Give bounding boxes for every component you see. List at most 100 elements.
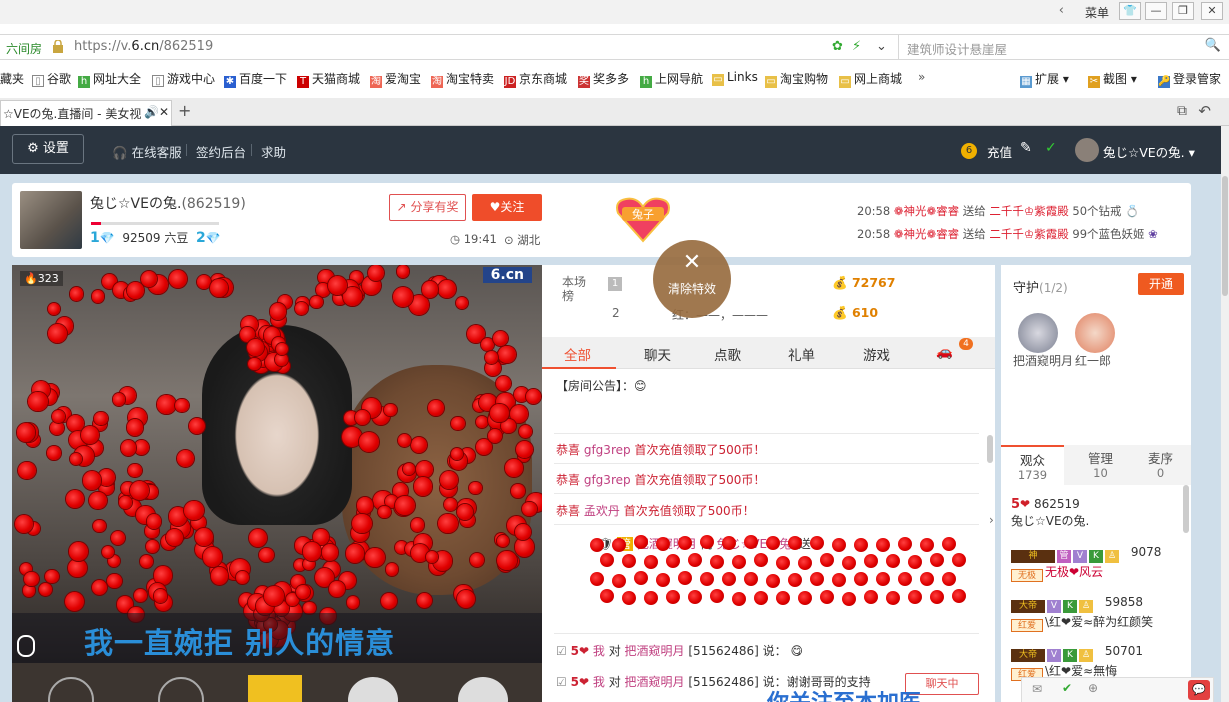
car-icon[interactable]: 🚗: [936, 344, 953, 360]
search-icon[interactable]: 🔍: [1205, 38, 1221, 53]
lightning-icon[interactable]: ⚡: [852, 39, 861, 54]
chevron-left-icon[interactable]: ‹: [1059, 3, 1064, 18]
tab-viewers[interactable]: 观众 1739: [1001, 445, 1064, 485]
settings-button[interactable]: ⚙ 设置: [12, 134, 84, 164]
viewer-item[interactable]: 5❤ 862519 兔じ☆VEの兔.: [1011, 497, 1089, 529]
chevron-down-icon[interactable]: ⌄: [876, 39, 887, 54]
speaker-icon[interactable]: 🔊: [144, 105, 159, 119]
guard-name[interactable]: 把酒窥明月: [1013, 352, 1073, 369]
viewer-item[interactable]: 神管 V K ♙ 9078 无极 无极❤风云: [1011, 545, 1161, 582]
guest-seat[interactable]: [48, 677, 94, 702]
rose-decoration: [678, 571, 692, 586]
bookmark-item[interactable]: 奖奖多多: [578, 70, 629, 88]
extensions-button[interactable]: ▦ 扩展 ▾: [1020, 70, 1069, 88]
user-menu[interactable]: 兔じ☆VEの兔. ▾: [1103, 142, 1195, 161]
bookmark-folder[interactable]: ▭ 网上商城: [839, 70, 902, 88]
guest-seat[interactable]: [158, 677, 204, 702]
mail-icon[interactable]: ✉: [1032, 682, 1042, 696]
maximize-icon[interactable]: ❐: [1172, 2, 1194, 20]
clear-effects-button[interactable]: ✕ 清除特效: [653, 240, 731, 318]
video-player[interactable]: 🔥323 6.cn 我一直婉拒 别人的情意: [12, 265, 542, 702]
restore-tab-icon[interactable]: ⧉: [1177, 103, 1187, 119]
message-icon[interactable]: 💬: [1188, 680, 1210, 700]
rose-decoration: [101, 545, 114, 558]
check-circle-icon[interactable]: ✔: [1062, 681, 1072, 695]
tab-gift-list[interactable]: 礼单: [788, 344, 815, 364]
edit-icon[interactable]: ✎: [1020, 140, 1032, 156]
rose-decoration: [788, 573, 802, 588]
rose-decoration: [810, 572, 824, 587]
undo-icon[interactable]: ↶: [1198, 102, 1211, 120]
url-text[interactable]: https://v.6.cn/862519: [74, 39, 213, 54]
follow-button[interactable]: ♥关注: [472, 194, 542, 221]
bookmark-item[interactable]: JD 京东商城: [504, 70, 567, 88]
guest-avatar[interactable]: [348, 677, 398, 702]
guard-avatar[interactable]: [1018, 313, 1058, 353]
rose-decoration: [91, 579, 108, 596]
tab-close-icon[interactable]: ✕: [159, 105, 170, 119]
viewer-item[interactable]: 大帝 V K ♙ 50701 红爱 \红❤爱≈無悔: [1011, 644, 1143, 681]
star-icon[interactable]: [248, 675, 302, 702]
screenshot-button[interactable]: ✂ 截图 ▾: [1088, 70, 1137, 88]
rose-decoration: [876, 537, 890, 552]
rose-decoration: [634, 571, 648, 585]
rose-decoration: [295, 584, 310, 599]
rose-decoration: [396, 265, 409, 278]
open-guard-button[interactable]: 开通: [1138, 273, 1184, 295]
coin-icon: 6: [961, 143, 977, 159]
skin-icon[interactable]: 👕: [1119, 2, 1141, 20]
anchor-avatar[interactable]: [20, 191, 82, 249]
chat-scrollbar[interactable]: [987, 435, 993, 463]
microphone-icon[interactable]: [17, 635, 35, 657]
bookmark-item[interactable]: 藏夹: [0, 70, 24, 87]
customer-service-link[interactable]: 🎧 在线客服: [112, 142, 182, 161]
login-manager-button[interactable]: 🔑 登录管家: [1158, 70, 1221, 88]
check-circle-icon[interactable]: ✓: [1045, 140, 1057, 156]
browser-tab[interactable]: ☆VEの兔.直播间 - 美女视 🔊 ✕: [0, 100, 172, 126]
rose-decoration: [309, 295, 323, 309]
page-scrollbar[interactable]: [1221, 126, 1229, 702]
collapse-arrow-icon[interactable]: ›: [989, 513, 994, 527]
minimize-icon[interactable]: —: [1145, 2, 1167, 20]
tab-mic-queue[interactable]: 麦序 0: [1129, 445, 1192, 485]
bookmark-item[interactable]: 淘淘宝特卖: [431, 70, 494, 88]
tab-game[interactable]: 游戏: [863, 344, 890, 364]
bookmark-item[interactable]: 淘爱淘宝: [370, 70, 421, 88]
bookmark-item[interactable]: ✱ 百度一下: [224, 70, 287, 88]
more-bookmarks-icon[interactable]: »: [918, 70, 925, 84]
rose-decoration: [107, 573, 122, 589]
address-bar[interactable]: 六间房 https://v.6.cn/862519 ✿ ⚡ ⌄ 建筑师设计悬崖屋…: [0, 34, 1229, 60]
close-icon[interactable]: ✕: [1201, 2, 1223, 20]
search-input[interactable]: 建筑师设计悬崖屋: [907, 39, 1007, 58]
bookmark-item[interactable]: ▯ 游戏中心: [152, 70, 215, 87]
sign-backend-link[interactable]: 签约后台: [196, 142, 246, 161]
rabbit-badge-icon[interactable]: 兔子: [610, 193, 676, 243]
browser-menu[interactable]: 菜单: [1085, 4, 1109, 21]
search-box[interactable]: 建筑师设计悬崖屋 🔍: [898, 35, 1229, 59]
avatar[interactable]: [1075, 138, 1099, 162]
help-link[interactable]: 求助: [261, 142, 286, 161]
tab-all[interactable]: 全部: [564, 344, 591, 364]
rose-decoration: [492, 331, 508, 347]
share-button[interactable]: ↗ 分享有奖: [389, 194, 466, 221]
bookmark-item[interactable]: ▯ 谷歌: [32, 70, 71, 87]
new-tab-icon[interactable]: +: [178, 101, 191, 120]
bookmark-item[interactable]: T 天猫商城: [297, 70, 360, 88]
guard-avatar[interactable]: [1075, 313, 1115, 353]
recharge-button[interactable]: 充值: [987, 142, 1012, 161]
viewer-item[interactable]: 大帝 V K ♙ 59858 红爱 \红❤爱≈醉为红颜笑: [1011, 595, 1153, 632]
bookmark-item[interactable]: h 上网导航: [640, 70, 703, 88]
bookmark-item[interactable]: h 网址大全: [78, 70, 141, 88]
bookmark-folder[interactable]: ▭ 淘宝购物: [765, 70, 828, 88]
tab-admins[interactable]: 管理 10: [1069, 445, 1132, 485]
guard-name[interactable]: 红一郎: [1075, 352, 1111, 369]
rose-decoration: [688, 589, 702, 604]
tab-song[interactable]: 点歌: [714, 344, 741, 364]
bookmark-folder[interactable]: ▭ Links: [712, 70, 758, 86]
refresh-icon[interactable]: ✿: [832, 39, 843, 54]
zoom-icon[interactable]: ⊕: [1088, 681, 1098, 695]
viewer-scrollbar[interactable]: [1183, 485, 1189, 533]
guest-avatar[interactable]: [458, 677, 508, 702]
gear-icon: ⚙: [27, 141, 39, 156]
tab-chat[interactable]: 聊天: [644, 344, 671, 364]
